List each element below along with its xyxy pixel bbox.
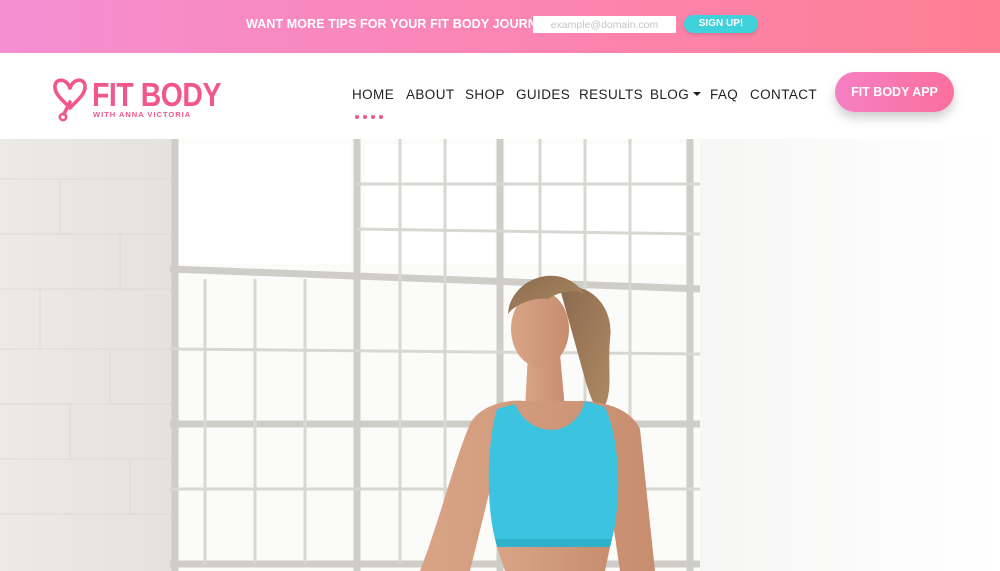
nav-item-shop[interactable]: SHOP (465, 87, 505, 102)
nav-item-contact[interactable]: CONTACT (750, 87, 817, 102)
nav-item-label: ABOUT (406, 87, 455, 102)
nav-item-faq[interactable]: FAQ (710, 87, 738, 102)
nav-item-label: CONTACT (750, 87, 818, 102)
nav-item-home[interactable]: HOME (352, 87, 395, 119)
signup-button[interactable]: SIGN UP! (684, 15, 758, 33)
hero-image (0, 139, 1000, 571)
promo-bar: WANT MORE TIPS FOR YOUR FIT BODY JOURNEY… (0, 0, 1000, 53)
promo-text: WANT MORE TIPS FOR YOUR FIT BODY JOURNEY… (246, 17, 562, 31)
nav-item-label: BLOG (650, 87, 690, 102)
caret-down-icon (693, 92, 702, 97)
heart-dumbbell-icon (53, 78, 87, 122)
nav-item-guides[interactable]: GUIDES (516, 87, 570, 102)
fit-body-app-button[interactable]: FIT BODY APP (835, 72, 954, 112)
nav-item-label: FAQ (710, 87, 739, 102)
nav-item-label: SHOP (465, 87, 505, 102)
nav-item-blog[interactable]: BLOG (650, 87, 702, 102)
nav-item-label: GUIDES (516, 87, 571, 102)
site-header: FIT BODY WITH ANNA VICTORIA HOME ABOUT S… (0, 53, 1000, 139)
nav-item-label: HOME (352, 87, 395, 102)
nav-item-results[interactable]: RESULTS (579, 87, 643, 102)
nav-item-label: RESULTS (579, 87, 644, 102)
brand-title: FIT BODY (92, 76, 221, 113)
email-input[interactable] (533, 16, 676, 33)
brand-subtitle: WITH ANNA VICTORIA (93, 110, 192, 119)
nav-item-about[interactable]: ABOUT (406, 87, 455, 102)
hero-photo (0, 139, 1000, 571)
active-indicator (355, 107, 389, 119)
logo[interactable]: FIT BODY WITH ANNA VICTORIA (52, 74, 221, 122)
